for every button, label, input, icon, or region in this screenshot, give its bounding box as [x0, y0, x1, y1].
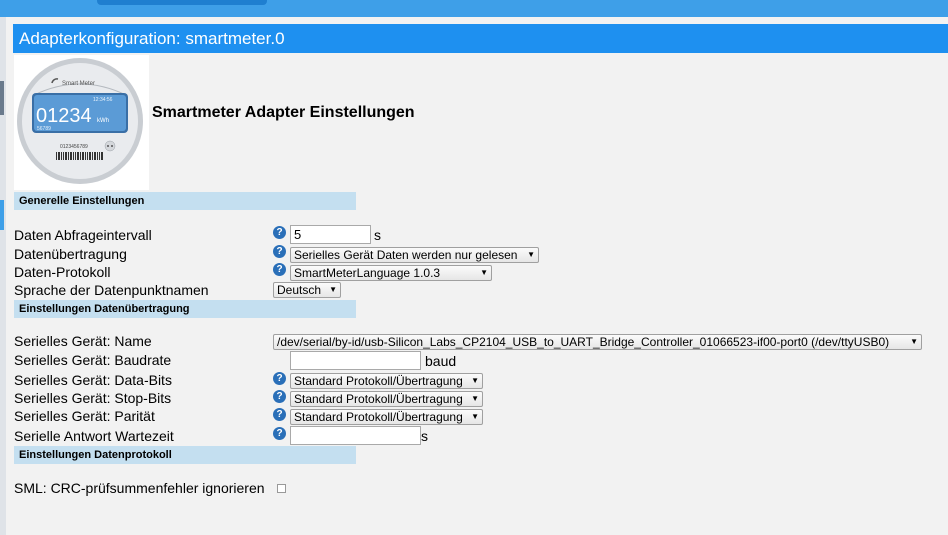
adapter-config-panel: Adapterkonfiguration: smartmeter.0 Smart…	[6, 17, 948, 535]
chevron-down-icon: ▼	[527, 250, 535, 259]
timeout-unit: s	[421, 428, 428, 444]
section-header-general: Generelle Einstellungen	[14, 192, 356, 210]
parity-select[interactable]: Standard Protokoll/Übertragung ▼	[290, 409, 483, 425]
logo-brand: Smart Meter	[62, 81, 95, 87]
device-name-select[interactable]: /dev/serial/by-id/usb-Silicon_Labs_CP210…	[273, 334, 922, 350]
chevron-down-icon: ▼	[910, 337, 918, 346]
chevron-down-icon: ▼	[471, 376, 479, 385]
section-header-protocol: Einstellungen Datenprotokoll	[14, 446, 356, 464]
parity-select-value: Standard Protokoll/Übertragung	[294, 410, 463, 424]
help-icon[interactable]: ?	[273, 408, 286, 421]
top-tab[interactable]	[97, 0, 267, 5]
language-select[interactable]: Deutsch ▼	[273, 282, 341, 298]
protocol-select-value: SmartMeterLanguage 1.0.3	[294, 266, 441, 280]
databits-select-value: Standard Protokoll/Übertragung	[294, 374, 463, 388]
logo-unit: kWh	[97, 118, 109, 124]
top-navigation-bar	[0, 0, 948, 17]
help-icon[interactable]: ?	[273, 263, 286, 276]
transfer-label: Datenübertragung	[14, 246, 127, 262]
crc-ignore-label: SML: CRC-prüfsummenfehler ignorieren	[14, 480, 265, 496]
baudrate-unit: baud	[425, 353, 457, 369]
baudrate-input[interactable]	[290, 351, 421, 370]
logo-sub-reading: 56789	[37, 126, 51, 132]
databits-select[interactable]: Standard Protokoll/Übertragung ▼	[290, 373, 483, 389]
logo-time: 12:34:56	[93, 97, 113, 103]
help-icon[interactable]: ?	[273, 245, 286, 258]
timeout-input[interactable]	[290, 426, 421, 445]
chevron-down-icon: ▼	[471, 394, 479, 403]
protocol-select[interactable]: SmartMeterLanguage 1.0.3 ▼	[290, 265, 492, 281]
interval-input[interactable]	[290, 225, 371, 244]
smartmeter-logo: Smart Meter 12:34:56 01234 kWh 56789 012…	[14, 55, 149, 190]
crc-ignore-checkbox[interactable]	[277, 484, 286, 493]
language-select-value: Deutsch	[277, 283, 322, 297]
sidebar-fragment	[0, 81, 4, 115]
help-icon[interactable]: ?	[273, 427, 286, 440]
databits-label: Serielles Gerät: Data-Bits	[14, 372, 172, 388]
stopbits-select-value: Standard Protokoll/Übertragung	[294, 392, 463, 406]
page-heading: Smartmeter Adapter Einstellungen	[152, 104, 415, 121]
language-label: Sprache der Datenpunktnamen	[14, 282, 209, 298]
help-icon[interactable]: ?	[273, 226, 286, 239]
interval-label: Daten Abfrageintervall	[14, 227, 152, 243]
chevron-down-icon: ▼	[480, 268, 488, 277]
transfer-select[interactable]: Serielles Gerät Daten werden nur gelesen…	[290, 247, 539, 263]
device-name-select-value: /dev/serial/by-id/usb-Silicon_Labs_CP210…	[277, 335, 890, 349]
stopbits-select[interactable]: Standard Protokoll/Übertragung ▼	[290, 391, 483, 407]
transfer-select-value: Serielles Gerät Daten werden nur gelesen	[294, 248, 518, 262]
chevron-down-icon: ▼	[471, 412, 479, 421]
dialog-title: Adapterkonfiguration: smartmeter.0	[13, 24, 948, 53]
logo-reading: 01234	[36, 105, 92, 127]
chevron-down-icon: ▼	[329, 285, 337, 294]
stopbits-label: Serielles Gerät: Stop-Bits	[14, 390, 172, 406]
parity-label: Serielles Gerät: Parität	[14, 408, 155, 424]
timeout-label: Serielle Antwort Wartezeit	[14, 428, 174, 444]
device-name-label: Serielles Gerät: Name	[14, 333, 152, 349]
interval-unit: s	[374, 227, 381, 243]
help-icon[interactable]: ?	[273, 390, 286, 403]
help-icon[interactable]: ?	[273, 372, 286, 385]
baudrate-label: Serielles Gerät: Baudrate	[14, 352, 172, 368]
protocol-label: Daten-Protokoll	[14, 264, 111, 280]
section-header-transfer: Einstellungen Datenübertragung	[14, 300, 356, 318]
logo-serial: 0123456789	[60, 144, 88, 150]
sidebar-fragment-active	[0, 200, 4, 230]
